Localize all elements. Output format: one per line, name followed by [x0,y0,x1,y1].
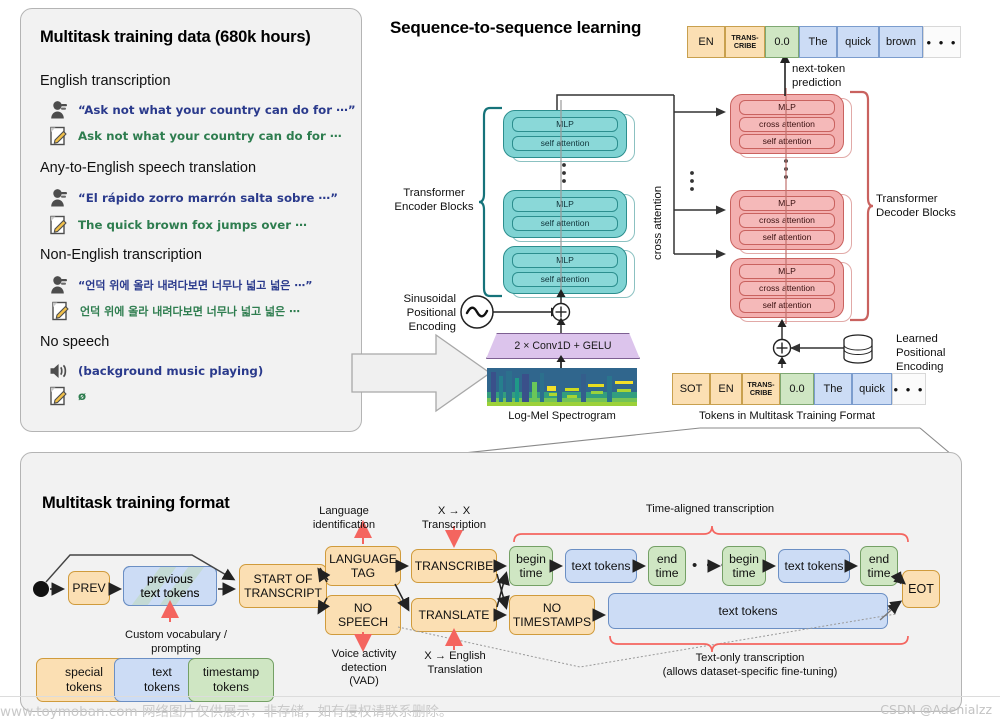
token-quick: quick [837,26,879,58]
next-token-prediction-text: next-token prediction [792,63,846,89]
sinusoidal-positional-encoding-label: Sinusoidal Positional Encoding [392,292,456,334]
example-row-audio-4: (background music playing) [48,361,263,381]
example-row-text-2: The quick brown fox jumps over ⋯ [48,215,307,235]
section-heading-no-speech: No speech [40,334,110,350]
spectrogram-svg [487,368,637,406]
token-brown: brown [879,26,923,58]
example-row-audio-1: “Ask not what your country can do for ⋯” [48,100,356,120]
section-heading-english-transcription: English transcription [40,73,171,89]
token-the: The [814,373,852,405]
page-title-training-data: Multitask training data (680k hours) [40,28,311,46]
annotation-x-to-x-text: X → X Transcription [421,505,487,531]
example-audio-text: “El rápido zorro marrón salta sobre ⋯” [78,191,338,205]
note-edit-icon [50,215,67,235]
example-transcript-text: The quick brown fox jumps over ⋯ [78,218,307,232]
next-token-prediction-arrow [780,53,790,96]
encoder-blocks-label: Transformer Encoder Blocks [390,186,478,214]
example-row-text-3: 언덕 위에 올라 내려다보면 너무나 넓고 넓은 ⋯ [50,301,300,321]
page-title-seq2seq: Sequence-to-sequence learning [390,18,642,37]
annotation-custom-vocabulary-text: Custom vocabulary / prompting [125,629,227,655]
token-quick: quick [852,373,892,405]
sinusoidal-label-text: Sinusoidal Positional Encoding [403,293,456,333]
example-audio-text: (background music playing) [78,364,264,378]
cross-attention-label: cross attention [652,185,664,260]
learned-positional-label-text: Learned Positional Encoding [896,333,946,373]
speaker-icon [50,364,67,378]
microphone-icon [51,189,67,207]
token-•-•-•: • • • [923,26,961,58]
example-transcript-text: Ask not what your country can do for ⋯ [78,129,342,143]
annotation-vad-text: Voice activity detection (VAD) [331,648,397,687]
token-trans--cribe: TRANS- CRIBE [742,373,780,405]
decoder-blocks-label: Transformer Decoder Blocks [876,192,968,220]
legend-timestamp-tokens-label: timestamp tokens [202,665,260,694]
example-transcript-text: 언덕 위에 올라 내려다보면 너무나 넓고 넓은 ⋯ [80,305,300,318]
cross-attention-vertical-ellipsis-icon [690,171,694,191]
token-trans--cribe: TRANS- CRIBE [725,26,765,58]
token-•-•-•: • • • [892,373,926,405]
annotation-language-identification: Language identification [296,505,392,532]
example-transcript-text: ø [78,389,87,403]
token-en: EN [687,26,725,58]
watermark-divider [0,696,1000,697]
tokens-caption: Tokens in Multitask Training Format [699,410,875,422]
example-row-audio-2: “El rápido zorro marrón salta sobre ⋯” [48,188,338,208]
node-previous-text-tokens-label: previous text tokens [140,572,200,600]
decoder-brace-icon [850,90,874,322]
encoder-blocks-label-text: Transformer Encoder Blocks [394,187,474,213]
decoder-blocks-label-text: Transformer Decoder Blocks [876,193,956,219]
input-token-strip: SOT EN TRANS- CRIBE 0.0 The quick • • • [672,373,926,405]
example-row-text-4: ø [48,386,86,406]
section-heading-speech-translation: Any-to-English speech translation [40,160,257,176]
token-sot: SOT [672,373,710,405]
decoder-trunk-line [785,88,787,324]
conv1d-gelu-label: 2 × Conv1D + GELU [514,340,612,352]
note-edit-icon [52,301,69,321]
annotation-x-to-english-text: X → English Translation [424,650,486,676]
token-the: The [799,26,837,58]
example-audio-text: “언덕 위에 올라 내려다보면 너무나 넓고 넓은 ⋯” [78,279,313,292]
example-audio-text: “Ask not what your country can do for ⋯” [78,103,356,117]
legend-text-tokens-label: text tokens [144,665,180,694]
section-heading-non-english-transcription: Non-English transcription [40,247,202,263]
note-edit-icon [50,126,67,146]
microphone-icon [51,101,67,119]
annotation-x-to-english: X → English Translation [400,650,510,677]
annotation-x-to-x: X → X Transcription [406,505,502,532]
token-0.0: 0.0 [780,373,814,405]
token-en: EN [710,373,742,405]
annotation-time-aligned: Time-aligned transcription [645,503,775,515]
annotation-text-only: Text-only transcription (allows dataset-… [620,652,880,679]
annotation-language-identification-text: Language identification [312,505,376,531]
watermark-left: www.toymoban.com 网络图片仅供展示，非存储，如有侵权请联系删除。 [0,704,453,720]
legend-special-tokens-label: special tokens [65,665,103,694]
output-token-strip: EN TRANS- CRIBE 0.0 The quick brown • • • [687,26,961,58]
annotation-custom-vocabulary: Custom vocabulary / prompting [100,629,252,656]
next-token-prediction-label: next-token prediction [792,62,888,90]
note-edit-icon [50,386,67,406]
annotation-text-only-text: Text-only transcription (allows dataset-… [662,652,838,678]
learned-positional-encoding-label: Learned Positional Encoding [896,332,976,374]
spectrogram-caption: Log-Mel Spectrogram [508,410,616,422]
encoder-brace-icon [478,106,502,298]
token-0.0: 0.0 [765,26,799,58]
example-row-audio-3: “언덕 위에 올라 내려다보면 너무나 넓고 넓은 ⋯” [48,275,312,295]
microphone-icon [51,276,67,294]
watermark-right: CSDN @Adenialzz [880,702,992,717]
log-mel-spectrogram-image [487,368,637,406]
example-row-text-1: Ask not what your country can do for ⋯ [48,126,342,146]
